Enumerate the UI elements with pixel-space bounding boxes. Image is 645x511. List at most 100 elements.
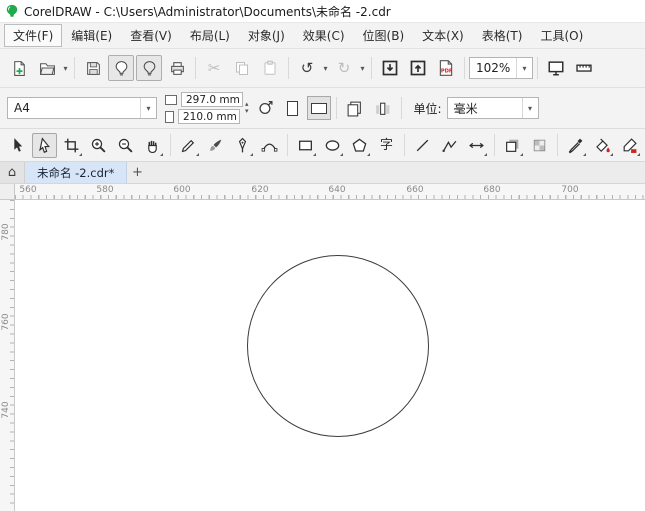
home-tab-button[interactable]: ⌂	[0, 162, 25, 183]
menu-tools[interactable]: 工具(O)	[531, 24, 592, 47]
cut-button[interactable]: ✂	[201, 55, 227, 81]
freehand-tool[interactable]	[176, 133, 201, 158]
publish-pdf-button[interactable]: PDF	[433, 55, 459, 81]
zoom-in-tool[interactable]	[86, 133, 111, 158]
open-button[interactable]	[34, 55, 60, 81]
menu-file[interactable]: 文件(F)	[4, 24, 63, 47]
fit-page-icon	[259, 100, 273, 114]
pan-tool[interactable]	[140, 133, 165, 158]
welcome-screen-button[interactable]	[108, 55, 134, 81]
page-size-fields: 297.0 mm 210.0 mm	[165, 91, 243, 125]
pen-tool[interactable]	[230, 133, 255, 158]
zoom-level-combo[interactable]: 102% ▾	[469, 57, 533, 79]
fill-bucket-icon	[596, 137, 610, 152]
ruler-tick-label: 700	[561, 185, 579, 195]
new-tab-button[interactable]: +	[127, 162, 147, 183]
document-tab-label: 未命名 -2.cdr*	[37, 165, 115, 180]
artistic-media-tool[interactable]	[203, 133, 228, 158]
zoom-dropdown-caret[interactable]: ▾	[516, 58, 532, 78]
outline-pen-icon	[623, 137, 637, 153]
save-button[interactable]	[80, 55, 106, 81]
pick-icon	[14, 137, 23, 152]
toolbar-separator	[464, 57, 465, 79]
polyline-tool[interactable]	[437, 133, 462, 158]
pen-nib-icon	[238, 137, 247, 152]
ruler-origin-corner[interactable]	[0, 184, 15, 199]
units-combo[interactable]: 毫米 ▾	[446, 97, 539, 119]
menu-edit[interactable]: 编辑(E)	[62, 24, 121, 47]
all-pages-button[interactable]	[342, 95, 368, 121]
units-caret[interactable]: ▾	[521, 98, 538, 118]
portrait-button[interactable]	[281, 96, 305, 120]
ellipse-shape[interactable]	[247, 255, 429, 437]
zoom-out-tool[interactable]	[113, 133, 138, 158]
outline-pen-tool[interactable]	[617, 133, 642, 158]
page-height-field[interactable]: 210.0 mm	[178, 109, 240, 124]
crop-tool[interactable]	[59, 133, 84, 158]
all-pages-icon	[347, 101, 361, 116]
show-rulers-button[interactable]	[571, 55, 597, 81]
title-bar: CorelDRAW - C:\Users\Administrator\Docum…	[0, 0, 645, 23]
menu-effects[interactable]: 效果(C)	[294, 24, 354, 47]
horizontal-ruler[interactable]: 560 580 600 620 640 660 680 700	[0, 184, 645, 200]
landscape-icon	[310, 102, 327, 114]
menu-object[interactable]: 对象(J)	[239, 24, 294, 47]
page-width-field[interactable]: 297.0 mm	[181, 92, 243, 107]
freehand-icon	[181, 139, 195, 152]
page-preset-combo[interactable]: A4 ▾	[7, 97, 157, 119]
polygon-tool[interactable]	[347, 133, 372, 158]
transparency-tool[interactable]	[527, 133, 552, 158]
rectangle-tool[interactable]	[293, 133, 318, 158]
redo-button[interactable]: ↻	[331, 55, 357, 81]
current-page-button[interactable]	[370, 95, 396, 121]
ellipse-tool[interactable]	[320, 133, 345, 158]
vertical-ruler[interactable]: 780 760 740	[0, 200, 15, 511]
toolbox-separator	[404, 134, 405, 156]
export-icon	[410, 60, 426, 76]
page-preset-caret[interactable]: ▾	[140, 98, 156, 118]
line-tool[interactable]	[410, 133, 435, 158]
text-tool[interactable]: 字	[374, 133, 399, 158]
menu-table[interactable]: 表格(T)	[473, 24, 532, 47]
ruler-tick-label: 580	[96, 185, 114, 195]
export-button[interactable]	[405, 55, 431, 81]
menu-bar: 文件(F) 编辑(E) 查看(V) 布局(L) 对象(J) 效果(C) 位图(B…	[0, 23, 645, 48]
import-button[interactable]	[377, 55, 403, 81]
toolbar-separator	[288, 57, 289, 79]
print-button[interactable]	[164, 55, 190, 81]
fit-page-button[interactable]	[253, 95, 279, 121]
open-dropdown-caret[interactable]: ▾	[61, 64, 70, 73]
line-icon	[416, 139, 429, 151]
undo-dropdown-caret[interactable]: ▾	[321, 64, 330, 73]
undo-button[interactable]: ↺	[294, 55, 320, 81]
drawing-canvas[interactable]	[15, 200, 645, 511]
paste-button[interactable]	[257, 55, 283, 81]
shape-tool[interactable]	[32, 132, 57, 158]
interactive-fill-tool[interactable]	[590, 133, 615, 158]
toolbox: 字	[0, 129, 645, 162]
ruler-tick-label: 760	[1, 313, 11, 331]
menu-bitmaps[interactable]: 位图(B)	[354, 24, 414, 47]
menu-text[interactable]: 文本(X)	[413, 24, 473, 47]
copy-button[interactable]	[229, 55, 255, 81]
document-tab-active[interactable]: 未命名 -2.cdr*	[25, 162, 128, 183]
fullscreen-preview-button[interactable]	[543, 55, 569, 81]
eyedropper-tool[interactable]	[563, 133, 588, 158]
spinner-down-icon[interactable]: ▾	[245, 108, 249, 115]
current-page-icon	[376, 102, 390, 115]
drop-shadow-tool[interactable]	[500, 133, 525, 158]
pick-tool[interactable]	[5, 133, 30, 158]
corel-balloon-icon	[143, 60, 155, 75]
new-document-button[interactable]	[6, 55, 32, 81]
page-width-icon	[165, 94, 177, 105]
launcher-button[interactable]	[136, 55, 162, 81]
menu-layout[interactable]: 布局(L)	[181, 24, 239, 47]
dimension-tool[interactable]	[464, 133, 489, 158]
landscape-button[interactable]	[306, 96, 331, 120]
new-document-icon	[13, 60, 25, 76]
page-size-spinner[interactable]: ▴ ▾	[245, 101, 249, 115]
menu-view[interactable]: 查看(V)	[121, 24, 181, 47]
b-spline-tool[interactable]	[257, 133, 282, 158]
redo-dropdown-caret[interactable]: ▾	[358, 64, 367, 73]
zoom-out-icon	[118, 138, 133, 153]
